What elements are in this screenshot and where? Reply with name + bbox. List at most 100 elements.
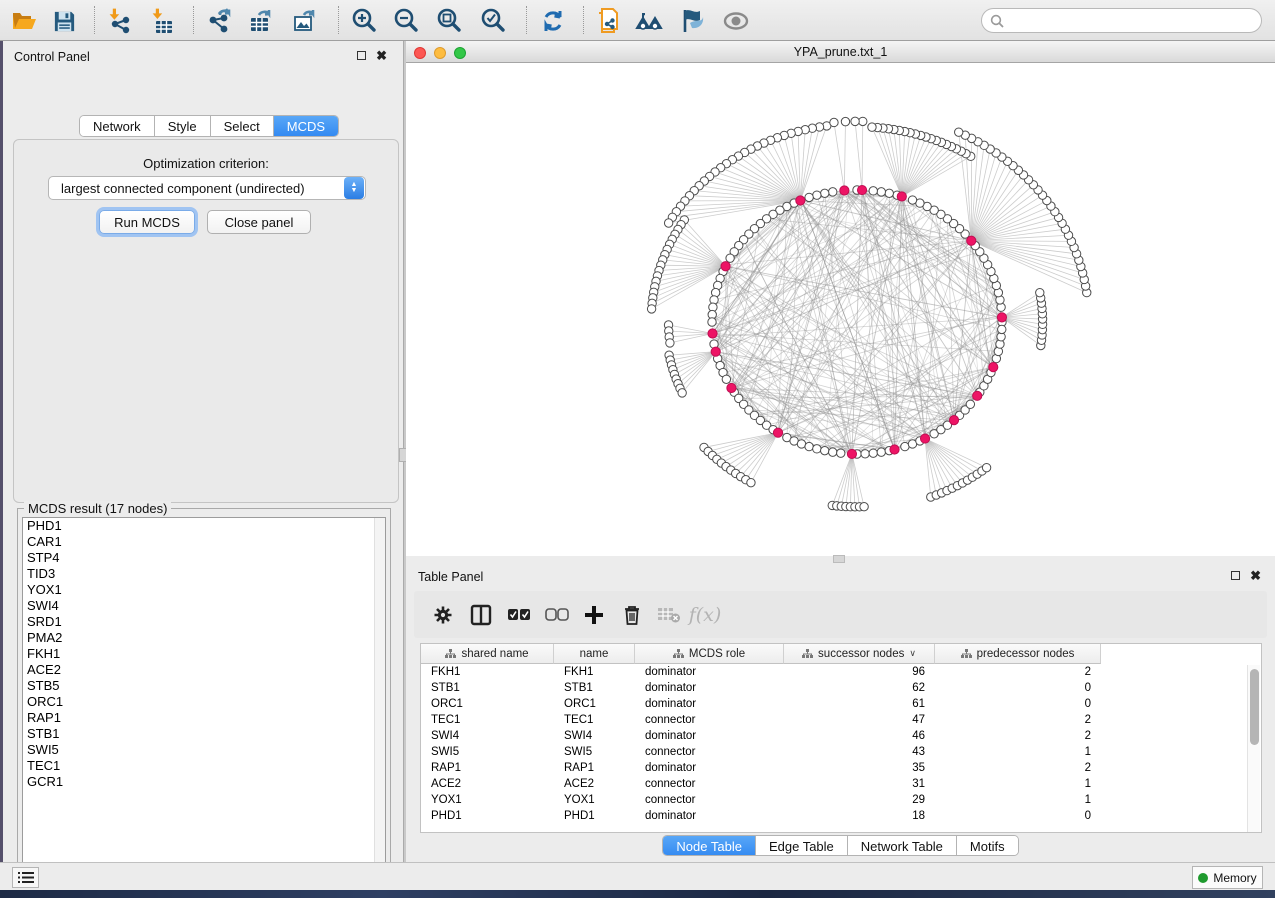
ring-node[interactable] [805,442,813,450]
clear-selection-icon[interactable] [542,600,572,630]
satellite-node[interactable] [859,117,867,125]
table-row[interactable]: ACE2ACE2connector311 [421,776,1261,792]
dominator-node[interactable] [847,449,856,458]
mcds-result-item[interactable]: PHD1 [23,518,385,534]
ring-node[interactable] [908,196,916,204]
close-panel-icon[interactable]: ✖ [376,49,387,62]
show-columns-icon[interactable] [466,600,496,630]
ring-node[interactable] [805,193,813,201]
dominator-node[interactable] [857,185,866,194]
mcds-result-item[interactable]: CAR1 [23,534,385,550]
select-all-icon[interactable] [504,600,534,630]
dominator-node[interactable] [727,383,736,392]
ring-node[interactable] [869,187,877,195]
mcds-result-item[interactable]: TEC1 [23,758,385,774]
search-input[interactable] [1004,14,1234,28]
dominator-node[interactable] [973,391,982,400]
tab-select[interactable]: Select [211,116,274,137]
table-scrollbar[interactable] [1247,665,1260,832]
mcds-result-item[interactable]: PMA2 [23,630,385,646]
table-scrollbar-thumb[interactable] [1250,669,1259,745]
ring-node[interactable] [861,450,869,458]
table-row[interactable]: ORC1ORC1dominator610 [421,696,1261,712]
ring-node[interactable] [885,189,893,197]
ring-node[interactable] [726,254,734,262]
task-history-button[interactable] [12,867,39,888]
node-table[interactable]: shared namenameMCDS rolesuccessor nodes∨… [420,643,1262,833]
mcds-result-item[interactable]: STB5 [23,678,385,694]
search-field[interactable] [981,8,1262,33]
satellite-node[interactable] [664,219,672,227]
export-table-icon[interactable] [244,5,276,37]
column-header-successor-nodes[interactable]: successor nodes∨ [784,644,935,664]
dominator-node[interactable] [920,434,929,443]
tab-mcds[interactable]: MCDS [274,116,338,137]
dominator-node[interactable] [773,428,782,437]
vizmapper-icon[interactable] [676,5,708,37]
ring-node[interactable] [813,445,821,453]
ring-node[interactable] [837,449,845,457]
satellite-node[interactable] [868,123,876,131]
satellite-node[interactable] [666,339,674,347]
satellite-node[interactable] [647,305,655,313]
close-table-panel-icon[interactable]: ✖ [1250,569,1261,582]
satellite-node[interactable] [982,463,990,471]
ring-node[interactable] [829,188,837,196]
mcds-result-item[interactable]: GCR1 [23,774,385,790]
export-image-icon[interactable] [288,5,320,37]
table-row[interactable]: YOX1YOX1connector291 [421,792,1261,808]
ring-node[interactable] [998,325,1006,333]
ring-node[interactable] [722,375,730,383]
dominator-node[interactable] [997,313,1006,322]
dominator-node[interactable] [890,445,899,454]
column-header-predecessor-nodes[interactable]: predecessor nodes [935,644,1101,664]
memory-button[interactable]: Memory [1192,866,1263,889]
dominator-node[interactable] [721,262,730,271]
satellite-node[interactable] [678,389,686,397]
table-row[interactable]: RAP1RAP1dominator352 [421,760,1261,776]
ring-node[interactable] [877,188,885,196]
ring-node[interactable] [869,449,877,457]
table-row[interactable]: TEC1TEC1connector472 [421,712,1261,728]
tab-style[interactable]: Style [155,116,211,137]
zoom-in-icon[interactable] [348,5,380,37]
zoom-fit-icon[interactable] [433,5,465,37]
network-window-titlebar[interactable]: YPA_prune.txt_1 [406,41,1275,63]
hide-detail-eye-icon[interactable] [720,5,752,37]
dominator-node[interactable] [711,347,720,356]
refresh-network-icon[interactable] [537,5,569,37]
mcds-result-item[interactable]: YOX1 [23,582,385,598]
table-row[interactable]: FKH1FKH1dominator962 [421,664,1261,680]
satellite-node[interactable] [841,117,849,125]
mcds-result-item[interactable]: ACE2 [23,662,385,678]
close-panel-button[interactable]: Close panel [207,210,311,234]
search-network-icon[interactable] [634,5,666,37]
mcds-result-list[interactable]: PHD1CAR1STP4TID3YOX1SWI4SRD1PMA2FKH1ACE2… [22,517,386,874]
mcds-result-item[interactable]: RAP1 [23,710,385,726]
open-file-icon[interactable] [8,5,40,37]
float-panel-icon[interactable] [357,51,366,60]
optimization-criterion-select[interactable]: largest connected component (undirected)… [48,176,366,200]
column-header-shared-name[interactable]: shared name [421,644,554,664]
tab-motifs[interactable]: Motifs [957,836,1018,856]
network-canvas[interactable] [406,63,1275,556]
mcds-result-item[interactable]: STP4 [23,550,385,566]
ring-node[interactable] [813,191,821,199]
ring-node[interactable] [829,448,837,456]
satellite-node[interactable] [851,117,859,125]
satellite-node[interactable] [1036,288,1044,296]
mcds-list-scrollbar[interactable] [374,518,385,873]
satellite-node[interactable] [955,128,963,136]
mcds-result-item[interactable]: ORC1 [23,694,385,710]
table-row[interactable]: SWI5SWI5connector431 [421,744,1261,760]
mcds-result-item[interactable]: FKH1 [23,646,385,662]
save-session-icon[interactable] [48,5,80,37]
ring-node[interactable] [821,189,829,197]
mcds-result-item[interactable]: SWI5 [23,742,385,758]
satellite-node[interactable] [747,478,755,486]
satellite-node[interactable] [830,118,838,126]
column-header-MCDS-role[interactable]: MCDS role [635,644,784,664]
mcds-result-item[interactable]: SWI4 [23,598,385,614]
column-header-name[interactable]: name [554,644,635,664]
dominator-node[interactable] [949,415,958,424]
